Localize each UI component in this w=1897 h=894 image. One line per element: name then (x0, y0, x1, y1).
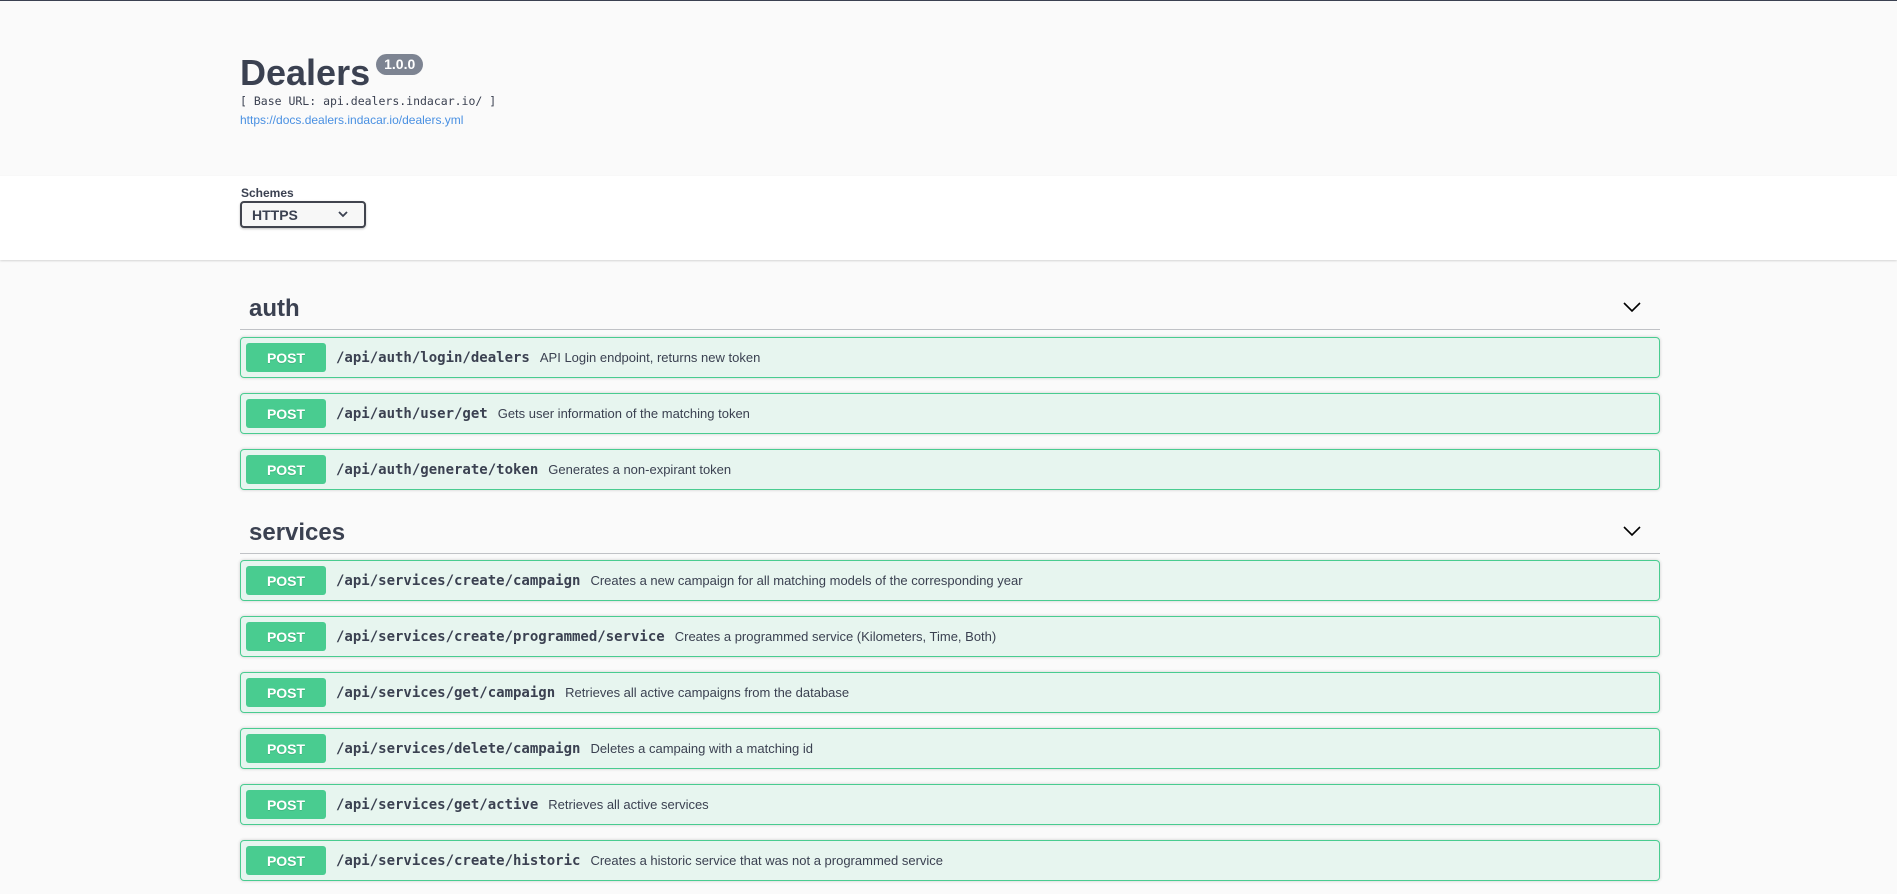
operation-path: /api/services/create/campaign (336, 572, 581, 589)
chevron-down-icon (338, 211, 348, 218)
tag-title: auth (249, 295, 300, 322)
operation-post-generate-token[interactable]: POST /api/auth/generate/token Generates … (240, 449, 1660, 490)
title-row: Dealers 1.0.0 (240, 52, 424, 93)
operation-summary: Retrieves all active services (548, 797, 709, 812)
spec-link[interactable]: https://docs.dealers.indacar.io/dealers.… (240, 113, 463, 127)
schemes-selected-value: HTTPS (252, 206, 298, 223)
operation-post-create-historic[interactable]: POST /api/services/create/historic Creat… (240, 840, 1660, 881)
operation-summary: Gets user information of the matching to… (497, 406, 750, 421)
operation-summary: API Login endpoint, returns new token (539, 350, 761, 365)
operation-post-login-dealers[interactable]: POST /api/auth/login/dealers API Login e… (240, 337, 1660, 378)
operation-summary: Retrieves all active campaigns from the … (565, 685, 850, 700)
tag-section-auth: auth POST /api/auth/login/dealers API Lo… (240, 283, 1660, 490)
chevron-down-icon[interactable] (1622, 297, 1642, 317)
method-badge: POST (246, 734, 326, 763)
operation-post-get-active[interactable]: POST /api/services/get/active Retrieves … (240, 784, 1660, 825)
operation-summary: Creates a programmed service (Kilometers… (674, 629, 997, 644)
operation-path: /api/auth/login/dealers (336, 349, 530, 366)
operation-post-get-campaign[interactable]: POST /api/services/get/campaign Retrieve… (240, 672, 1660, 713)
operation-post-user-get[interactable]: POST /api/auth/user/get Gets user inform… (240, 393, 1660, 434)
schemes-label: Schemes (241, 186, 294, 200)
api-title: Dealers (240, 52, 371, 93)
operation-path: /api/services/get/active (336, 796, 539, 813)
method-badge: POST (246, 399, 326, 428)
method-badge: POST (246, 846, 326, 875)
operation-summary: Deletes a campaing with a matching id (590, 741, 813, 756)
operation-path: /api/services/delete/campaign (336, 740, 581, 757)
api-info: Dealers 1.0.0 [ Base URL: api.dealers.in… (0, 1, 1897, 175)
method-badge: POST (246, 343, 326, 372)
operation-post-create-programmed-service[interactable]: POST /api/services/create/programmed/ser… (240, 616, 1660, 657)
tag-header-services[interactable]: services (240, 507, 1660, 554)
operation-post-create-campaign[interactable]: POST /api/services/create/campaign Creat… (240, 560, 1660, 601)
method-badge: POST (246, 622, 326, 651)
operation-path: /api/services/create/programmed/service (336, 628, 665, 645)
operation-post-delete-campaign[interactable]: POST /api/services/delete/campaign Delet… (240, 728, 1660, 769)
base-url: [ Base URL: api.dealers.indacar.io/ ] (240, 94, 497, 108)
method-badge: POST (246, 678, 326, 707)
operation-path: /api/auth/generate/token (336, 461, 539, 478)
operation-path: /api/auth/user/get (336, 405, 488, 422)
tag-header-auth[interactable]: auth (240, 283, 1660, 330)
tag-section-services: services POST /api/services/create/campa… (240, 507, 1660, 881)
method-badge: POST (246, 790, 326, 819)
tag-title: services (249, 519, 346, 546)
scheme-container: Schemes HTTPS (0, 176, 1897, 260)
chevron-down-icon[interactable] (1622, 521, 1642, 541)
operation-summary: Generates a non-expirant token (548, 462, 732, 477)
version-badge: 1.0.0 (376, 54, 424, 75)
operation-summary: Creates a historic service that was not … (590, 853, 944, 868)
operation-path: /api/services/create/historic (336, 852, 581, 869)
method-badge: POST (246, 566, 326, 595)
operation-summary: Creates a new campaign for all matching … (590, 573, 1023, 588)
operation-path: /api/services/get/campaign (336, 684, 556, 701)
method-badge: POST (246, 455, 326, 484)
schemes-select[interactable]: HTTPS (240, 201, 366, 228)
